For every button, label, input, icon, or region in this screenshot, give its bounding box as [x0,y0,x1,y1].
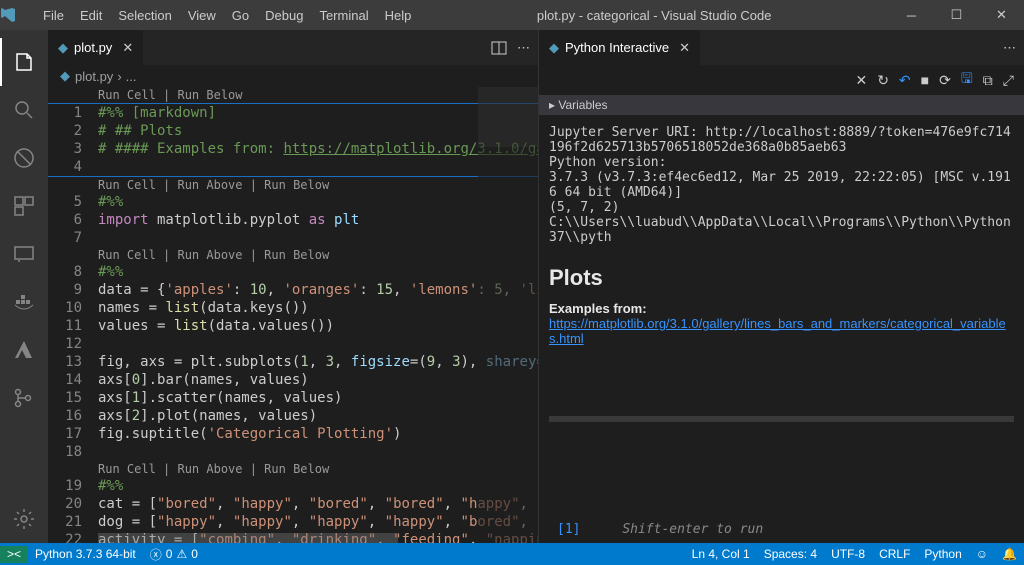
menu-view[interactable]: View [180,8,224,23]
activity-azure-icon[interactable] [0,326,48,374]
variables-section[interactable]: Variables [539,95,1024,115]
activity-debug-icon[interactable] [0,134,48,182]
undo-icon[interactable]: ↶ [899,72,911,89]
menu-help[interactable]: Help [377,8,420,23]
python-file-icon: ◆ [58,40,68,56]
close-icon[interactable]: ✕ [979,0,1024,30]
problems-indicator[interactable]: ⓧ0 ⚠0 [143,546,205,563]
menu-terminal[interactable]: Terminal [311,8,376,23]
expand-icon[interactable]: ⤢ [1003,72,1014,89]
vscode-logo-icon [0,7,35,23]
split-editor-icon[interactable] [491,40,507,56]
activity-remote-icon[interactable] [0,230,48,278]
examples-link[interactable]: https://matplotlib.org/3.1.0/gallery/lin… [549,316,1006,346]
error-icon: ⓧ [150,546,162,563]
titlebar: File Edit Selection View Go Debug Termin… [0,0,1024,30]
python-interactive-panel: ◆ Python Interactive ✕ ⋯ ✕ ↻ ↶ ■ ⟳ 🖫 ⧉ ⤢… [538,30,1024,543]
tab-label: plot.py [74,40,112,55]
breadcrumbs[interactable]: ◆ plot.py › ... [48,65,538,87]
encoding[interactable]: UTF-8 [824,547,872,561]
language-mode[interactable]: Python [917,547,968,561]
save-icon[interactable]: 🖫 [961,68,973,92]
more-actions-icon[interactable]: ⋯ [1003,40,1016,56]
minimap[interactable] [478,87,538,543]
activity-settings-icon[interactable] [0,495,48,543]
python-file-icon: ◆ [549,40,559,56]
statusbar: >< Python 3.7.3 64-bit ⓧ0 ⚠0 Ln 4, Col 1… [0,543,1024,565]
tab-close-icon[interactable]: ✕ [122,40,133,56]
cell-input-prompt[interactable]: [1] Shift-enter to run [539,516,1024,543]
plots-heading: Plots [549,265,1014,291]
feedback-icon[interactable]: ☺ [969,547,995,561]
codelens[interactable]: Run Cell | Run Above | Run Below [48,247,538,263]
cancel-icon[interactable]: ✕ [855,72,867,89]
code-editor[interactable]: Run Cell | Run Below 1#%% [markdown] 2# … [48,87,538,543]
tab-close-icon[interactable]: ✕ [679,40,690,56]
activity-bar [0,30,48,543]
horizontal-scrollbar[interactable] [98,533,398,543]
menu-go[interactable]: Go [224,8,257,23]
tab-python-interactive[interactable]: ◆ Python Interactive ✕ [539,30,701,65]
server-info-output: Jupyter Server URI: http://localhost:888… [539,115,1024,255]
menu-edit[interactable]: Edit [72,8,110,23]
menu-file[interactable]: File [35,8,72,23]
menu-bar: File Edit Selection View Go Debug Termin… [35,8,419,23]
cursor-position[interactable]: Ln 4, Col 1 [685,547,757,561]
python-file-icon: ◆ [60,68,70,84]
more-actions-icon[interactable]: ⋯ [517,40,530,56]
codelens[interactable]: Run Cell | Run Above | Run Below [48,461,538,477]
copy-icon[interactable]: ⧉ [983,72,993,89]
remote-indicator[interactable]: >< [0,546,28,563]
window-title: plot.py - categorical - Visual Studio Co… [419,8,889,23]
examples-label: Examples from: [549,301,1014,316]
activity-extensions-icon[interactable] [0,182,48,230]
menu-selection[interactable]: Selection [110,8,179,23]
minimize-icon[interactable]: ─ [889,0,934,30]
interactive-toolbar: ✕ ↻ ↶ ■ ⟳ 🖫 ⧉ ⤢ [539,65,1024,95]
activity-search-icon[interactable] [0,86,48,134]
activity-git-icon[interactable] [0,374,48,422]
stop-icon[interactable]: ■ [921,72,929,88]
codelens[interactable]: Run Cell | Run Above | Run Below [48,177,538,193]
activity-explorer-icon[interactable] [0,38,48,86]
restart-icon[interactable]: ⟳ [939,72,951,89]
tab-plot-py[interactable]: ◆ plot.py ✕ [48,30,144,65]
indentation[interactable]: Spaces: 4 [757,547,824,561]
eol[interactable]: CRLF [872,547,917,561]
maximize-icon[interactable]: ☐ [934,0,979,30]
menu-debug[interactable]: Debug [257,8,311,23]
codelens[interactable]: Run Cell | Run Below [48,87,538,103]
warning-icon: ⚠ [176,547,187,561]
editor-tabs: ◆ plot.py ✕ ⋯ [48,30,538,65]
notifications-icon[interactable]: 🔔 [995,547,1024,561]
editor-area: ◆ plot.py ✕ ⋯ ◆ plot.py › ... Run Cell |… [48,30,538,543]
redo-icon[interactable]: ↻ [877,72,889,89]
activity-docker-icon[interactable] [0,278,48,326]
python-version[interactable]: Python 3.7.3 64-bit [28,546,143,563]
